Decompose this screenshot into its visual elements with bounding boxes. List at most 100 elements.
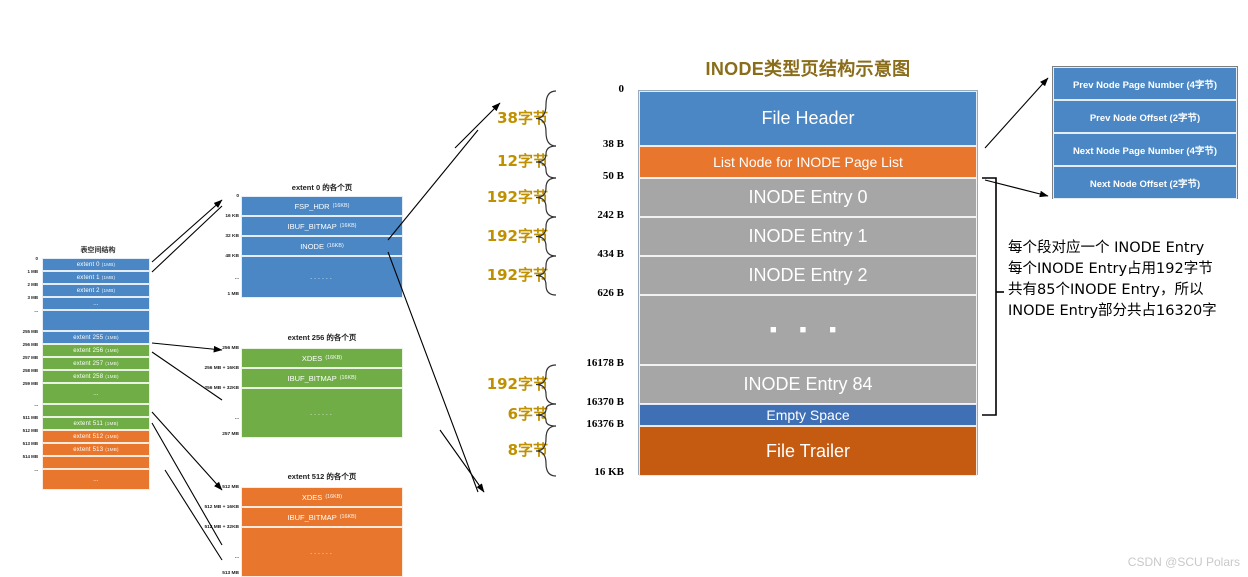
tablespace-title: 表空间结构 (80, 247, 116, 254)
tablespace-extent-label: extent 513 (73, 446, 104, 453)
extent-page-row: ...... (241, 256, 403, 298)
inode-size-label: 38字节 (497, 108, 548, 127)
inode-size-label: 192字节 (486, 187, 548, 206)
line-ts-extent256-b (151, 351, 223, 401)
extent-page-label: ...... (310, 273, 334, 281)
extent-page-size: (16KB) (339, 223, 357, 229)
extent-page-label: IBUF_BITMAP (287, 512, 337, 522)
tablespace-extent-label: extent 257 (73, 360, 104, 367)
list-node-detail-box: Prev Node Page Number (4字节) Prev Node Off… (1052, 66, 1238, 199)
tablespace-offset-label: ... (34, 402, 38, 407)
extent-page-size: (16KB) (339, 514, 357, 520)
tablespace-extent-label: ... (93, 390, 99, 397)
inode-page-row-label: INODE Entry 84 (743, 374, 873, 394)
extent-box-title: extent 0 的各个页 (291, 183, 353, 192)
extent-offset-ellipsis: ... (235, 555, 239, 560)
tablespace-extent-row: extent 511 (1MB) (42, 417, 150, 430)
tablespace-extent-label: extent 258 (73, 373, 104, 380)
extent-page-row: ...... (241, 388, 403, 438)
tablespace-offset-label: 514 MB (22, 454, 38, 459)
extent-page-label: IBUF_BITMAP (287, 373, 337, 383)
extent-page-row: INODE (16KB) (241, 236, 403, 256)
tablespace-extent-row: extent 513 (1MB) (42, 443, 150, 456)
inode-page-diagram: File Header List Node for INODE Page List… (638, 90, 978, 476)
extent-page-label: ...... (310, 548, 334, 556)
inode-offset-label: 50 B (602, 170, 624, 182)
tablespace-extent-size: (1MB) (105, 335, 119, 340)
tablespace-extent-size: (1MB) (105, 434, 119, 439)
tablespace-extent-size: (1MB) (105, 374, 119, 379)
extent-offset-ellipsis: ... (235, 276, 239, 281)
extent-offset-label: 256 MB (222, 346, 239, 351)
inode-offset-label: 16376 B (586, 418, 624, 430)
tablespace-extent-size: (1MB) (101, 275, 116, 280)
tablespace-extent-row: extent 256 (1MB) (42, 344, 150, 357)
tablespace-offset-label: 513 MB (22, 441, 38, 446)
list-node-field-row: Next Node Page Number (4字节) (1053, 133, 1237, 166)
list-node-field-row: Prev Node Page Number (4字节) (1053, 67, 1237, 100)
extent-offset-ellipsis: ... (235, 416, 239, 421)
list-node-field-label: Prev Node Offset (2字节) (1089, 112, 1201, 124)
list-node-field-row: Prev Node Offset (2字节) (1053, 100, 1237, 133)
watermark: CSDN @SCU Polars (1127, 555, 1240, 569)
arrow-listnode-to-nodebox (984, 77, 1049, 149)
inode-page-row-label: ■ ■ ■ (769, 324, 847, 336)
arrow-ts-extent512 (151, 411, 223, 491)
inode-offset-label: 38 B (602, 138, 624, 150)
tablespace-extent-label: ... (93, 476, 99, 483)
tablespace-offset-label: ... (34, 467, 38, 472)
extent-page-row: IBUF_BITMAP (16KB) (241, 507, 403, 527)
extent-page-size: (16KB) (332, 203, 350, 209)
tablespace-offset-label: 256 MB (22, 342, 38, 347)
tablespace-extent-row: extent 0 (1MB) (42, 258, 150, 271)
inode-page-row-label: INODE Entry 1 (748, 226, 868, 246)
arrow-listnode-to-nodebox-b (984, 179, 1049, 198)
inode-offset-label: 626 B (597, 287, 624, 299)
inode-page-row-label: File Trailer (765, 440, 850, 461)
extent-offset-label: 256 MB + 32KB (204, 386, 239, 391)
extent-page-size: (16KB) (325, 494, 343, 500)
list-node-field-label: Next Node Offset (2字节) (1089, 178, 1201, 190)
tablespace-extent-row: extent 2 (1MB) (42, 284, 150, 297)
inode-entry-note: 每个段对应一个 INODE Entry 每个INODE Entry占用192字节共… (1008, 238, 1248, 322)
tablespace-offset-label: 3 MB (27, 295, 39, 300)
tablespace-extent-row: extent 512 (1MB) (42, 430, 150, 443)
list-node-field-row: Next Node Offset (2字节) (1053, 166, 1237, 199)
inode-size-label: 8字节 (507, 441, 548, 459)
tablespace-extent-size: (1MB) (105, 447, 119, 452)
inode-page-row-label: File Header (761, 108, 855, 128)
tablespace-extent-size: (1MB) (101, 262, 116, 267)
inode-page-row: Empty Space (639, 404, 977, 426)
tablespace-extent-row: extent 1 (1MB) (42, 271, 150, 284)
tablespace-extent-row (42, 456, 150, 469)
tablespace-offset-label: 2 MB (27, 282, 39, 287)
tablespace-offset-label: 259 MB (22, 381, 38, 386)
tablespace-offset-label: 512 MB (22, 428, 38, 433)
extent-offset-label: 512 MB (222, 485, 239, 490)
note-line: INODE Entry部分共占16320字 (1008, 303, 1217, 319)
extent-page-label: FSP_HDR (294, 201, 330, 211)
extent-box-title: extent 256 的各个页 (287, 333, 357, 342)
tablespace-extent-label: ... (93, 300, 99, 307)
inode-page-row: INODE Entry 0 (639, 178, 977, 217)
extent-page-label: ...... (310, 409, 334, 417)
tablespace-extent-size: (1MB) (105, 421, 119, 426)
tablespace-extent-row: extent 258 (1MB) (42, 370, 150, 383)
extent-page-row: XDES (16KB) (241, 487, 403, 507)
tablespace-offset-label: 257 MB (22, 355, 38, 360)
inode-size-label: 6字节 (507, 405, 548, 423)
extent-offset-label: 16 KB (225, 214, 239, 219)
tablespace-extent-label: extent 255 (73, 334, 104, 341)
extent-page-label: IBUF_BITMAP (287, 221, 337, 231)
inode-size-label: 192字节 (486, 374, 548, 393)
extent-offset-label: 0 (236, 194, 239, 199)
extent-offset-label: 48 KB (225, 254, 239, 259)
tablespace-extent-size: (1MB) (105, 361, 119, 366)
extent-offset-label: 512 MB + 16KB (204, 505, 239, 510)
inode-offset-label: 16178 B (586, 357, 624, 369)
extent-offset-end: 513 MB (222, 571, 239, 576)
extent-page-size: (16KB) (326, 243, 344, 249)
inode-offset-label: 242 B (597, 209, 624, 221)
extent-offset-label: 32 KB (225, 234, 239, 239)
extent-box: XDES (16KB) 512 MB IBUF_BITMAP (16KB) 512 MB … (204, 485, 403, 577)
